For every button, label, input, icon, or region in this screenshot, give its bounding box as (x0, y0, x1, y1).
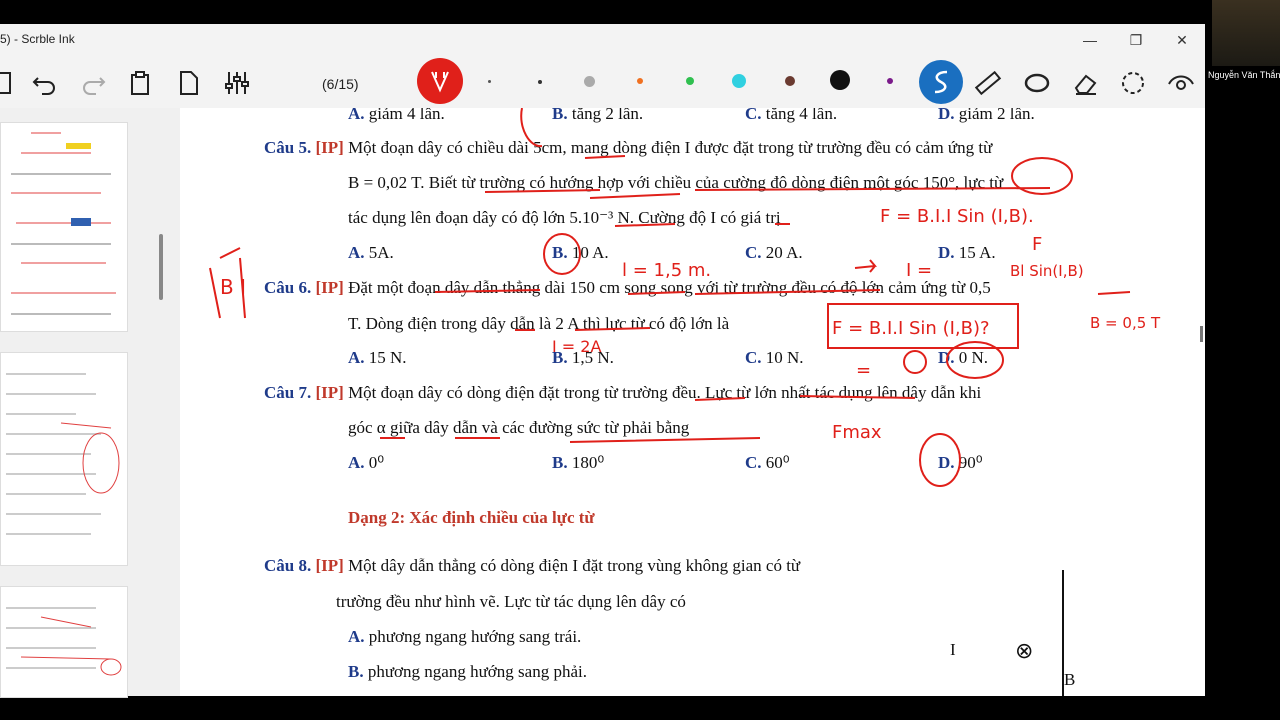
sidebar-scrollbar[interactable] (159, 234, 163, 300)
thumbnail-page[interactable] (0, 586, 128, 698)
stroke-tool-icon[interactable] (919, 60, 963, 104)
ink-circle (903, 350, 927, 374)
thumbnail-page[interactable] (0, 352, 128, 566)
ink-annotations: F = B.I.I Sin (I,B). F Bl Sin(I,B) I = l… (209, 108, 1161, 487)
ink-stroke (380, 437, 761, 443)
ink-stroke (484, 187, 1051, 199)
document-scrollbar[interactable] (1200, 326, 1203, 342)
ink-length: l = 1,5 m. (622, 260, 711, 281)
color-swatch-black[interactable] (830, 70, 850, 90)
close-button[interactable]: ✕ (1170, 29, 1194, 51)
ink-stroke (694, 395, 916, 401)
ink-fmax: Fmax (832, 422, 882, 443)
window-title: 5) - Scrble Ink (0, 32, 75, 46)
ink-eq: = (856, 360, 871, 381)
ink-stroke (434, 289, 1131, 295)
thumbnail-page[interactable] (0, 122, 128, 332)
pen-icon[interactable] (417, 58, 463, 104)
ink-stroke (854, 259, 877, 273)
maximize-button[interactable]: ❐ (1124, 29, 1148, 51)
color-swatch-brown[interactable] (785, 76, 795, 86)
color-swatch-green[interactable] (686, 77, 694, 85)
user-name: Nguyễn Văn Thắng (1208, 70, 1280, 80)
webcam-feed (1212, 0, 1280, 66)
color-swatch-lightgray[interactable] (584, 76, 595, 87)
page-thumbnails (0, 108, 180, 698)
color-swatch-purple[interactable] (887, 78, 893, 84)
view-eye-icon[interactable] (1166, 68, 1196, 98)
ruler-icon[interactable] (973, 68, 1003, 98)
color-swatch-dark[interactable] (538, 80, 542, 84)
shape-ellipse-icon[interactable] (1022, 68, 1052, 98)
color-swatch-orange[interactable] (637, 78, 643, 84)
redo-icon[interactable] (78, 68, 108, 98)
toolbar: (6/15) (0, 56, 1205, 108)
ink-formula-1: F = B.I.I Sin (I,B). (880, 206, 1034, 227)
page-indicator: (6/15) (322, 76, 359, 92)
document-canvas[interactable]: A. giảm 4 lần. B. tăng 2 lần. C. tăng 4 … (180, 108, 1205, 696)
minimize-button[interactable]: — (1078, 29, 1102, 51)
color-swatch-cyan[interactable] (732, 74, 746, 88)
ink-formula-2-num: F (1032, 234, 1042, 255)
ink-stroke (584, 155, 626, 159)
title-bar: 5) - Scrble Ink — ❐ ✕ (0, 24, 1205, 56)
ink-b-value: B = 0,5 T (1090, 314, 1161, 332)
ink-formula-3: F = B.I.I Sin (I,B)? (832, 318, 990, 339)
ink-stroke (515, 327, 651, 331)
settings-sliders-icon[interactable] (222, 68, 252, 98)
ink-vectors: B I (220, 275, 246, 299)
color-swatch-gray[interactable] (488, 80, 491, 83)
ink-stroke (614, 223, 790, 227)
undo-icon[interactable] (30, 68, 60, 98)
ink-i-eq: I = (906, 260, 932, 281)
ink-circle (919, 433, 961, 487)
ink-i-value: I = 2A (552, 337, 601, 356)
clipboard-icon[interactable] (126, 68, 156, 98)
ink-circle (543, 233, 581, 275)
ink-stroke (520, 108, 543, 148)
page-icon[interactable] (174, 68, 204, 98)
save-icon[interactable] (0, 68, 20, 98)
ink-formula-2-den: Bl Sin(I,B) (1010, 262, 1084, 280)
lasso-select-icon[interactable] (1118, 68, 1148, 98)
eraser-icon[interactable] (1070, 68, 1100, 98)
